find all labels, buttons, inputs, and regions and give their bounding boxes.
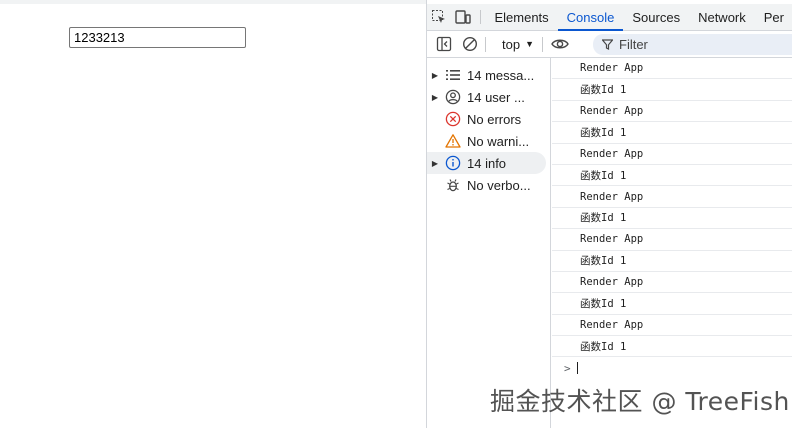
sidebar-item-label: No errors bbox=[467, 111, 522, 127]
prompt-cursor bbox=[576, 362, 578, 375]
tab-network[interactable]: Network bbox=[689, 4, 755, 30]
inspect-element-icon[interactable] bbox=[427, 4, 451, 30]
page-viewport bbox=[0, 0, 426, 428]
watermark: 掘金技术社区 @ TreeFish bbox=[490, 387, 790, 416]
sidebar-item-verbose[interactable]: No verbo... bbox=[427, 174, 546, 196]
console-toolbar: top ▼ Filter bbox=[427, 31, 792, 58]
tab-performance[interactable]: Per bbox=[755, 4, 792, 30]
context-selector[interactable]: top ▼ bbox=[496, 37, 540, 52]
user-icon bbox=[443, 89, 463, 105]
devtools-panel: Elements Console Sources Network Per top… bbox=[426, 0, 792, 428]
bug-icon bbox=[443, 177, 463, 193]
devtools-tab-bar: Elements Console Sources Network Per bbox=[427, 4, 792, 31]
toolbar-separator bbox=[542, 36, 543, 52]
console-message[interactable]: Render App bbox=[552, 272, 792, 294]
expand-arrow-icon[interactable]: ▶ bbox=[427, 71, 443, 80]
console-message[interactable]: Render App bbox=[552, 58, 792, 80]
toolbar-separator bbox=[485, 36, 486, 52]
sidebar-item-warnings[interactable]: No warni... bbox=[427, 130, 546, 152]
console-message[interactable]: Render App bbox=[552, 186, 792, 208]
context-label: top bbox=[502, 36, 521, 52]
sidebar-item-label: 14 info bbox=[467, 155, 507, 171]
console-sidebar: ▶ 14 messa... ▶ 14 user ... No errors No… bbox=[427, 58, 551, 428]
console-log-list: Render App 函数Id 1 Render App 函数Id 1 Render A… bbox=[552, 58, 792, 358]
tab-console[interactable]: Console bbox=[557, 4, 624, 31]
info-icon bbox=[443, 155, 463, 171]
sidebar-item-user-messages[interactable]: ▶ 14 user ... bbox=[427, 86, 546, 108]
console-message[interactable]: 函数Id 1 bbox=[552, 208, 792, 230]
text-input[interactable] bbox=[69, 27, 246, 48]
sidebar-item-label: No verbo... bbox=[467, 177, 531, 193]
expand-arrow-icon[interactable]: ▶ bbox=[427, 159, 443, 168]
console-message[interactable]: Render App bbox=[552, 315, 792, 337]
chevron-down-icon: ▼ bbox=[525, 39, 534, 49]
sidebar-item-errors[interactable]: No errors bbox=[427, 108, 546, 130]
prompt-chevron-icon: > bbox=[564, 361, 571, 375]
filter-icon bbox=[602, 39, 613, 50]
console-message[interactable]: Render App bbox=[552, 144, 792, 165]
live-expression-eye-icon[interactable] bbox=[547, 31, 573, 58]
sidebar-item-label: 14 messa... bbox=[467, 67, 535, 83]
sidebar-item-info[interactable]: ▶ 14 info bbox=[427, 152, 546, 174]
warning-icon bbox=[443, 133, 463, 149]
filter-placeholder: Filter bbox=[619, 37, 648, 52]
sidebar-item-label: 14 user ... bbox=[467, 89, 525, 105]
console-message[interactable]: Render App bbox=[552, 101, 792, 123]
expand-arrow-icon[interactable]: ▶ bbox=[427, 93, 443, 102]
console-message[interactable]: 函数Id 1 bbox=[552, 165, 792, 187]
sidebar-toggle-icon[interactable] bbox=[431, 31, 457, 58]
console-messages: Render App 函数Id 1 Render App 函数Id 1 Render A… bbox=[552, 58, 792, 428]
console-prompt[interactable]: > bbox=[552, 357, 792, 379]
clear-console-icon[interactable] bbox=[457, 31, 483, 58]
sidebar-item-label: No warni... bbox=[467, 133, 530, 149]
console-message[interactable]: 函数Id 1 bbox=[552, 293, 792, 315]
page-top-strip bbox=[0, 0, 426, 4]
console-message[interactable]: Render App bbox=[552, 229, 792, 251]
tab-sources[interactable]: Sources bbox=[623, 4, 689, 30]
console-message[interactable]: 函数Id 1 bbox=[552, 336, 792, 358]
filter-input[interactable]: Filter bbox=[593, 34, 792, 55]
console-message[interactable]: 函数Id 1 bbox=[552, 122, 792, 144]
console-message[interactable]: 函数Id 1 bbox=[552, 79, 792, 101]
sidebar-item-messages[interactable]: ▶ 14 messa... bbox=[427, 64, 546, 86]
device-toolbar-icon[interactable] bbox=[451, 4, 475, 30]
tab-elements[interactable]: Elements bbox=[485, 4, 557, 30]
list-icon bbox=[443, 68, 463, 82]
console-message[interactable]: 函数Id 1 bbox=[552, 251, 792, 272]
error-icon bbox=[443, 111, 463, 127]
tab-separator bbox=[479, 10, 481, 24]
